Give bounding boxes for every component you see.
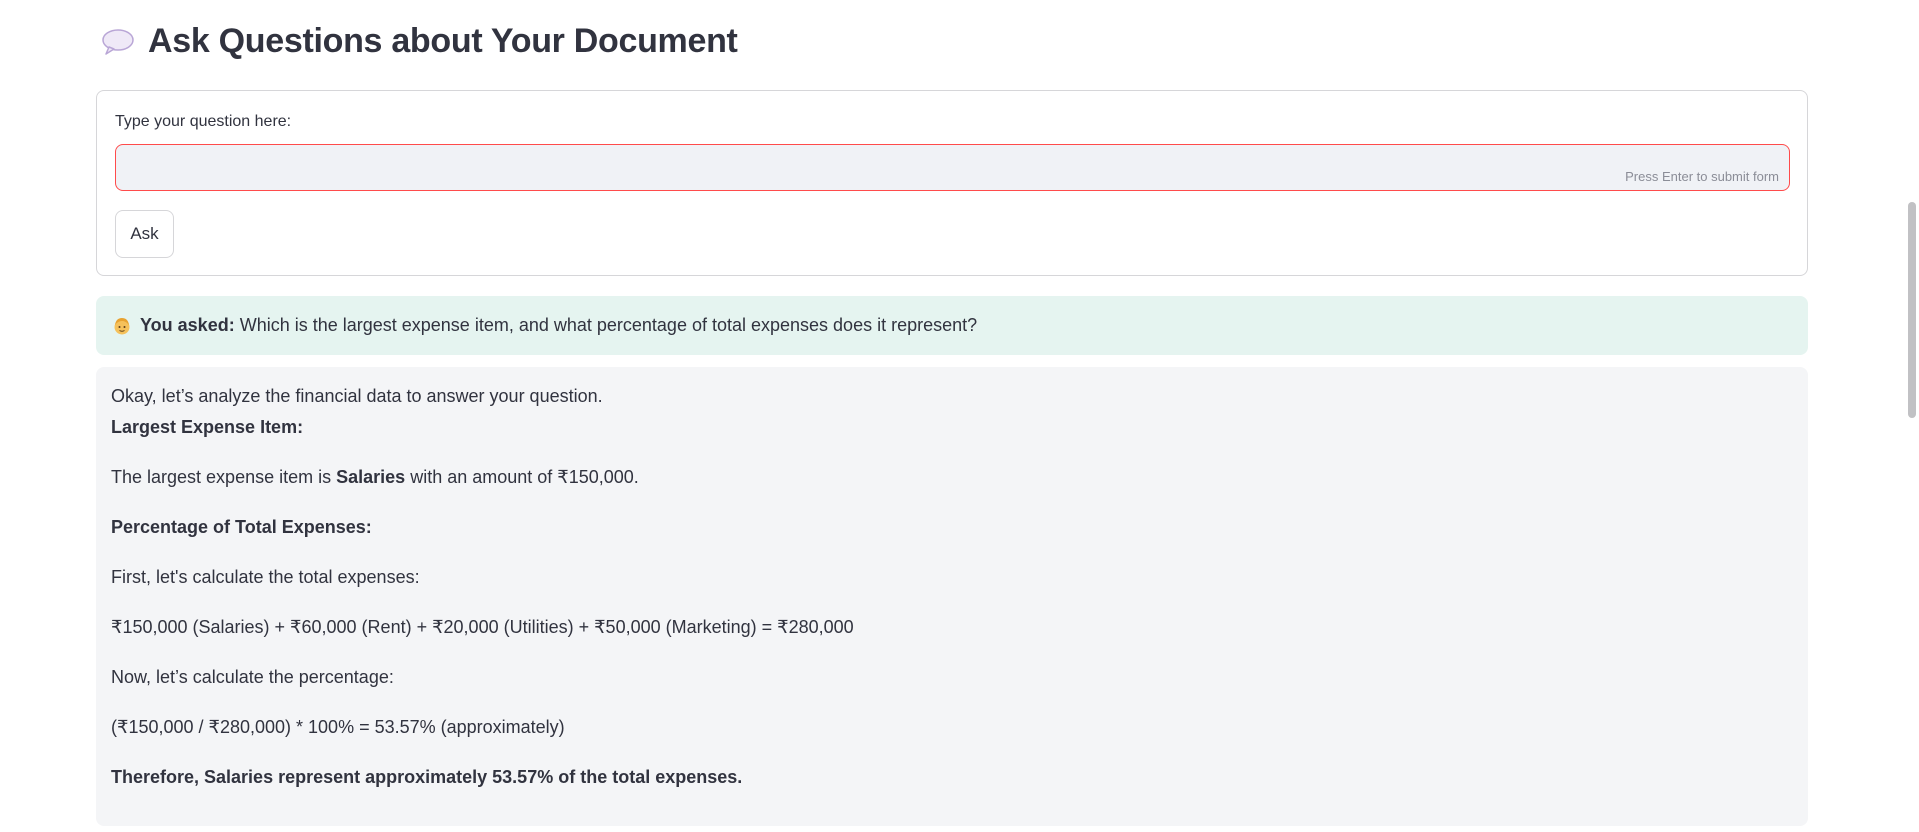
answer-box: Okay, let’s analyze the financial data t… [96, 367, 1808, 826]
answer-percentage-calculation: (₹150,000 / ₹280,000) * 100% = 53.57% (a… [111, 717, 565, 737]
answer-line1-bold: Salaries [336, 467, 406, 487]
asked-question-box: You asked: Which is the largest expense … [96, 296, 1808, 355]
answer-intro: Okay, let’s analyze the financial data t… [111, 386, 603, 406]
page-scrollbar[interactable] [1905, 0, 1919, 832]
speech-balloon-icon [100, 27, 136, 57]
page-header: Ask Questions about Your Document [100, 22, 738, 61]
answer-percentage-intro: Now, let’s calculate the percentage: [111, 667, 394, 687]
question-input-wrapper[interactable]: Press Enter to submit form [115, 144, 1790, 191]
person-emoji-icon [112, 316, 132, 336]
answer-conclusion: Therefore, Salaries represent approximat… [111, 767, 743, 787]
question-input[interactable] [116, 145, 1789, 190]
page: Ask Questions about Your Document Type y… [0, 0, 1919, 832]
answer-heading-percentage: Percentage of Total Expenses: [111, 517, 372, 537]
answer-total-calculation: ₹150,000 (Salaries) + ₹60,000 (Rent) + ₹… [111, 617, 854, 637]
submit-hint: Press Enter to submit form [1625, 169, 1779, 184]
scrollbar-thumb[interactable] [1908, 202, 1916, 418]
asked-label: You asked: [140, 315, 235, 335]
answer-line1-suffix: with an amount of ₹150,000. [410, 467, 639, 487]
ask-button[interactable]: Ask [115, 210, 174, 258]
page-title: Ask Questions about Your Document [148, 22, 738, 60]
answer-heading-largest-expense: Largest Expense Item: [111, 417, 304, 437]
answer-largest-expense-line: The largest expense item is Salaries wit… [111, 467, 639, 488]
question-label: Type your question here: [115, 113, 292, 130]
answer-total-intro: First, let's calculate the total expense… [111, 567, 420, 587]
question-form: Type your question here: Press Enter to … [96, 90, 1808, 276]
answer-line1-prefix: The largest expense item is [111, 467, 332, 487]
asked-question-text: Which is the largest expense item, and w… [239, 315, 978, 335]
